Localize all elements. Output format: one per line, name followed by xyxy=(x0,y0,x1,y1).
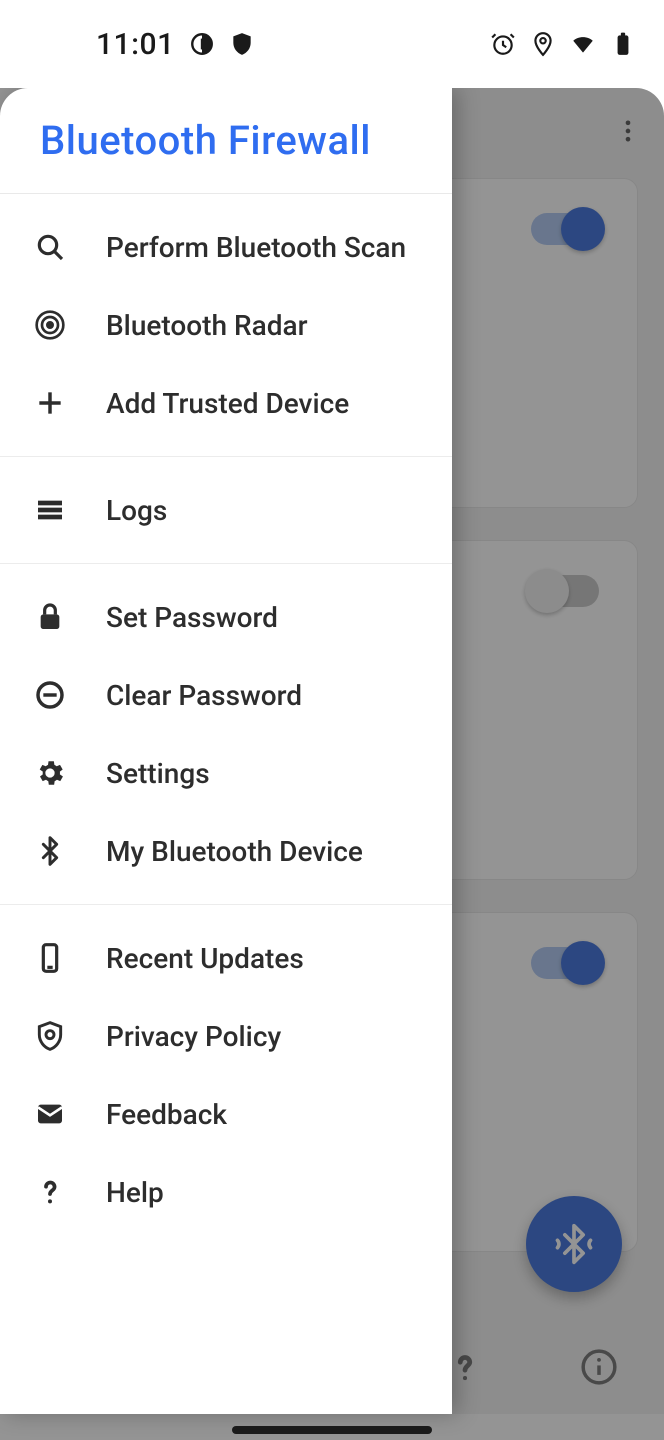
search-icon xyxy=(30,231,70,263)
shield-icon xyxy=(30,1020,70,1052)
drawer-group-logs: Logs xyxy=(0,457,452,563)
drawer-group-security: Set Password Clear Password Settings My Blu… xyxy=(0,564,452,904)
drawer-item-my-bluetooth-device[interactable]: My Bluetooth Device xyxy=(0,812,452,890)
drawer-item-label: Settings xyxy=(106,757,210,790)
home-indicator[interactable] xyxy=(232,1426,432,1434)
circle-minus-icon xyxy=(30,679,70,711)
drawer-item-bluetooth-radar[interactable]: Bluetooth Radar xyxy=(0,286,452,364)
drawer-item-feedback[interactable]: Feedback xyxy=(0,1075,452,1153)
phone-icon xyxy=(30,942,70,974)
drawer-item-clear-password[interactable]: Clear Password xyxy=(0,656,452,734)
drawer-item-label: Recent Updates xyxy=(106,942,304,975)
gear-icon xyxy=(30,757,70,789)
status-bar: 11:01 xyxy=(0,0,664,88)
status-dnd-icon xyxy=(189,31,215,57)
navigation-drawer: Bluetooth Firewall Perform Bluetooth Sca… xyxy=(0,88,452,1414)
question-icon xyxy=(30,1176,70,1208)
status-wifi-icon xyxy=(570,31,596,57)
drawer-item-add-trusted-device[interactable]: Add Trusted Device xyxy=(0,364,452,442)
lock-icon xyxy=(30,601,70,633)
drawer-item-perform-bluetooth-scan[interactable]: Perform Bluetooth Scan xyxy=(0,208,452,286)
status-battery-icon xyxy=(610,31,636,57)
drawer-item-recent-updates[interactable]: Recent Updates xyxy=(0,919,452,997)
list-icon xyxy=(30,494,70,526)
plus-icon xyxy=(30,387,70,419)
mail-icon xyxy=(30,1098,70,1130)
drawer-item-label: Clear Password xyxy=(106,679,302,712)
drawer-item-label: Feedback xyxy=(106,1098,227,1131)
drawer-item-label: My Bluetooth Device xyxy=(106,835,363,868)
drawer-title: Bluetooth Firewall xyxy=(40,117,371,164)
drawer-item-logs[interactable]: Logs xyxy=(0,471,452,549)
drawer-group-scan: Perform Bluetooth Scan Bluetooth Radar Add… xyxy=(0,194,452,456)
drawer-item-set-password[interactable]: Set Password xyxy=(0,578,452,656)
drawer-item-settings[interactable]: Settings xyxy=(0,734,452,812)
drawer-item-label: Privacy Policy xyxy=(106,1020,281,1053)
status-shield-icon xyxy=(229,31,255,57)
drawer-item-label: Add Trusted Device xyxy=(106,387,349,420)
drawer-item-label: Help xyxy=(106,1176,164,1209)
status-alarm-icon xyxy=(490,31,516,57)
status-time: 11:01 xyxy=(96,27,175,62)
drawer-item-label: Logs xyxy=(106,494,167,527)
bluetooth-icon xyxy=(30,835,70,867)
drawer-item-label: Perform Bluetooth Scan xyxy=(106,231,406,264)
radar-icon xyxy=(30,309,70,341)
drawer-group-info: Recent Updates Privacy Policy Feedback Help xyxy=(0,905,452,1245)
drawer-item-privacy-policy[interactable]: Privacy Policy xyxy=(0,997,452,1075)
status-location-icon xyxy=(530,31,556,57)
drawer-header: Bluetooth Firewall xyxy=(0,88,452,194)
drawer-item-label: Bluetooth Radar xyxy=(106,309,308,342)
drawer-item-help[interactable]: Help xyxy=(0,1153,452,1231)
drawer-item-label: Set Password xyxy=(106,601,278,634)
